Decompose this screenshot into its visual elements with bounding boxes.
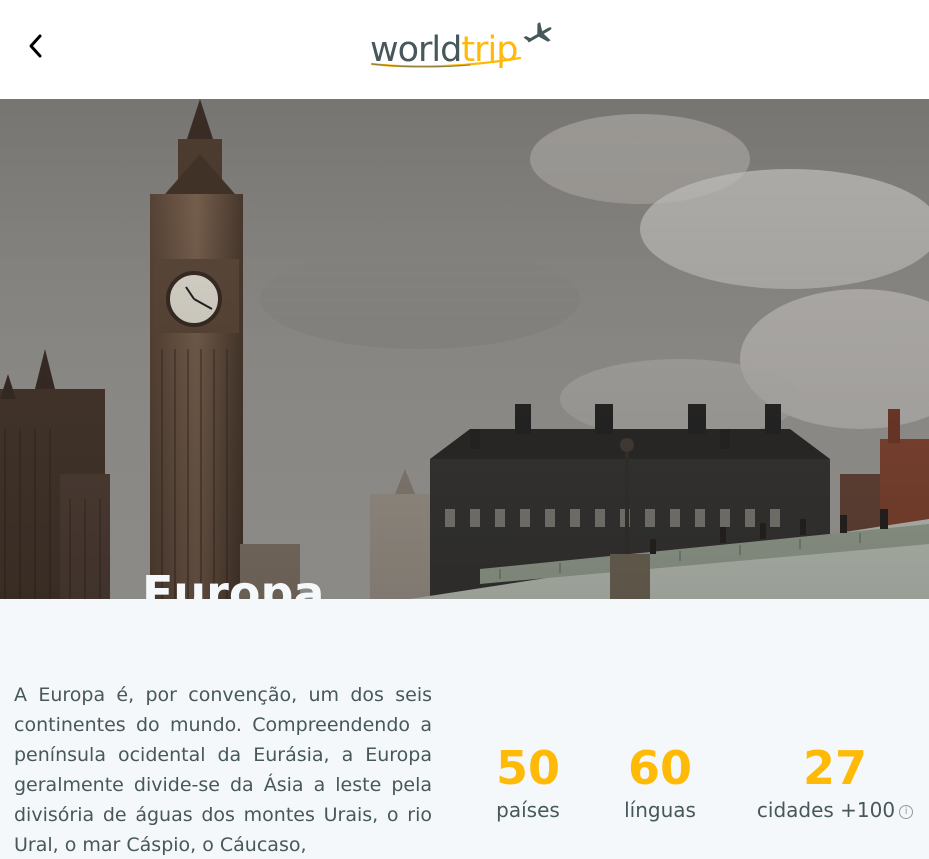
back-button[interactable] — [20, 30, 50, 62]
chevron-left-icon — [29, 34, 42, 58]
worldtrip-logo[interactable]: worldtrip — [370, 22, 560, 76]
logo-decoration — [370, 22, 552, 68]
info-icon[interactable]: i — [899, 805, 914, 819]
app-header: worldtrip — [0, 0, 929, 99]
stat-value: 50 — [495, 741, 560, 795]
page-title: Europa — [142, 566, 325, 599]
stat-label: cidades +100 — [756, 798, 896, 822]
stat-languages: 60 línguas — [612, 740, 708, 824]
stat-label: países — [496, 798, 560, 822]
stat-countries: 50 países — [480, 740, 576, 824]
stat-cities: 27 cidades +100 i — [750, 740, 920, 824]
stat-label: línguas — [624, 798, 696, 822]
airplane-icon — [523, 22, 552, 43]
stat-label-row: cidades +100 i — [750, 796, 920, 824]
hero-banner: Europa — [0, 99, 929, 599]
stat-value: 60 — [627, 741, 692, 795]
london-skyline-image — [0, 99, 929, 599]
stat-value: 27 — [802, 741, 867, 795]
continent-description: A Europa é, por convenção, um dos seis c… — [14, 684, 432, 856]
